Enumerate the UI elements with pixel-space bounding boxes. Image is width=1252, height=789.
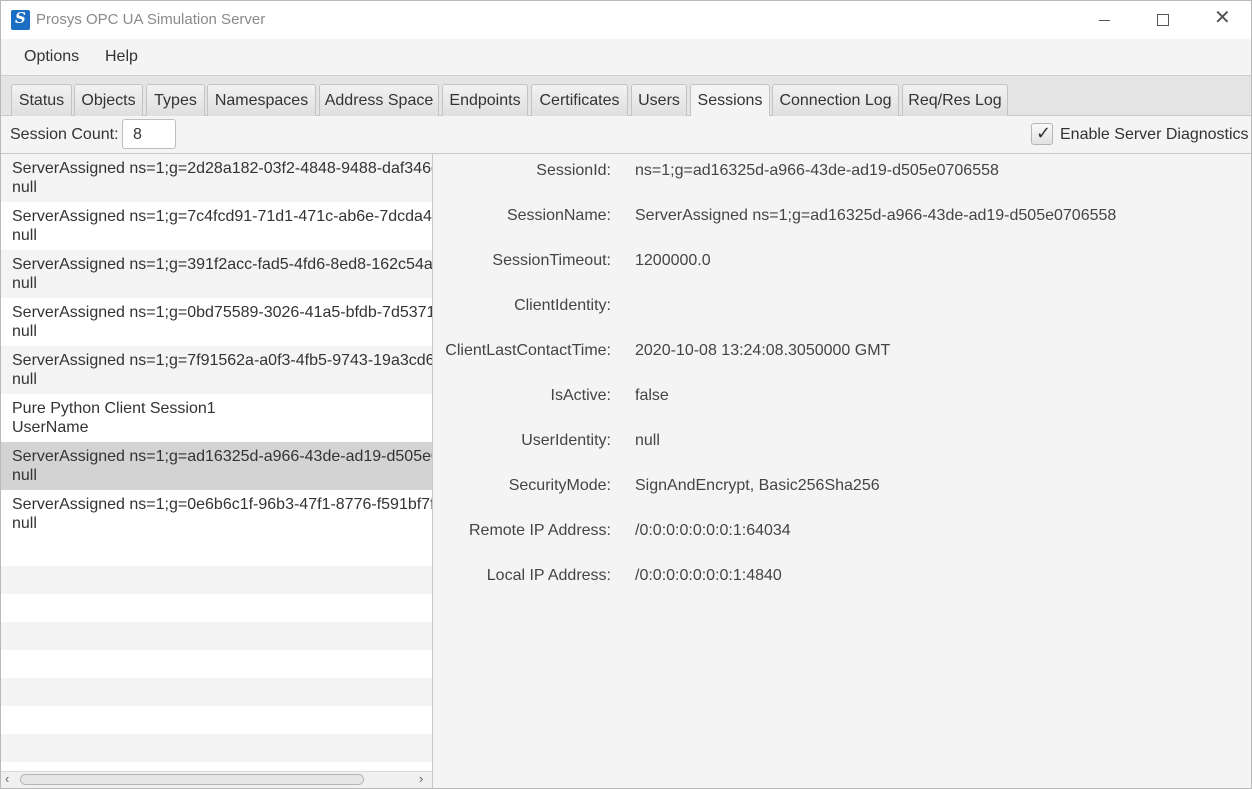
- session-name: ServerAssigned ns=1;g=ad16325d-a966-43de…: [12, 448, 432, 465]
- app-logo-icon: S: [11, 9, 30, 30]
- tab-namespaces[interactable]: Namespaces: [207, 84, 316, 117]
- session-identity: null: [12, 323, 37, 340]
- session-name: ServerAssigned ns=1;g=391f2acc-fad5-4fd6…: [12, 256, 432, 273]
- empty-list-row: [1, 678, 432, 706]
- detail-value: false: [635, 387, 669, 404]
- sessions-toolbar: Session Count: 8 ✓ Enable Server Diagnos…: [1, 116, 1251, 153]
- detail-value: ServerAssigned ns=1;g=ad16325d-a966-43de…: [635, 207, 1117, 224]
- detail-label: UserIdentity:: [521, 432, 611, 449]
- tab-objects[interactable]: Objects: [74, 84, 143, 117]
- tab-address-space[interactable]: Address Space: [319, 84, 439, 117]
- session-identity: null: [12, 179, 37, 196]
- empty-list-row: [1, 734, 432, 762]
- minimize-button[interactable]: [1075, 1, 1133, 39]
- session-identity: null: [12, 371, 37, 388]
- session-identity: UserName: [12, 419, 89, 436]
- scroll-right-icon[interactable]: ›: [419, 771, 423, 786]
- tab-endpoints[interactable]: Endpoints: [442, 84, 528, 117]
- detail-value: 2020-10-08 13:24:08.3050000 GMT: [635, 342, 891, 359]
- detail-value: 1200000.0: [635, 252, 711, 269]
- sessions-content: ServerAssigned ns=1;g=2d28a182-03f2-4848…: [1, 153, 1251, 788]
- tab-status[interactable]: Status: [11, 84, 72, 117]
- session-details: SessionId: ns=1;g=ad16325d-a966-43de-ad19…: [433, 154, 1251, 788]
- session-identity: null: [12, 467, 37, 484]
- session-name: ServerAssigned ns=1;g=2d28a182-03f2-4848…: [12, 160, 432, 177]
- session-list-item[interactable]: Pure Python Client Session1 UserName: [1, 394, 432, 442]
- session-list-item[interactable]: ServerAssigned ns=1;g=0e6b6c1f-96b3-47f1…: [1, 490, 432, 538]
- session-name: ServerAssigned ns=1;g=7c4fcd91-71d1-471c…: [12, 208, 432, 225]
- scrollbar-thumb[interactable]: [20, 774, 364, 785]
- tab-sessions[interactable]: Sessions: [690, 84, 770, 118]
- tab-certificates[interactable]: Certificates: [531, 84, 628, 117]
- detail-value: null: [635, 432, 660, 449]
- title-bar[interactable]: S Prosys OPC UA Simulation Server ✕: [1, 1, 1251, 39]
- detail-label: SessionTimeout:: [492, 252, 611, 269]
- empty-list-row: [1, 706, 432, 734]
- minimize-icon: [1099, 20, 1110, 21]
- session-list-item[interactable]: ServerAssigned ns=1;g=391f2acc-fad5-4fd6…: [1, 250, 432, 298]
- tab-req-res-log[interactable]: Req/Res Log: [902, 84, 1008, 117]
- menu-help[interactable]: Help: [105, 48, 138, 66]
- detail-label: SessionId:: [536, 162, 611, 179]
- tab-connection-log[interactable]: Connection Log: [772, 84, 899, 117]
- enable-diagnostics-label[interactable]: Enable Server Diagnostics: [1060, 126, 1249, 144]
- window-title: Prosys OPC UA Simulation Server: [36, 11, 266, 28]
- session-list-item[interactable]: ServerAssigned ns=1;g=7c4fcd91-71d1-471c…: [1, 202, 432, 250]
- session-list-item[interactable]: ServerAssigned ns=1;g=2d28a182-03f2-4848…: [1, 154, 432, 202]
- detail-label: Remote IP Address:: [469, 522, 611, 539]
- session-list-item[interactable]: ServerAssigned ns=1;g=7f91562a-a0f3-4fb5…: [1, 346, 432, 394]
- session-list[interactable]: ServerAssigned ns=1;g=2d28a182-03f2-4848…: [1, 154, 433, 788]
- scroll-left-icon[interactable]: ‹: [5, 771, 9, 786]
- empty-list-row: [1, 622, 432, 650]
- enable-diagnostics-checkbox[interactable]: ✓: [1031, 123, 1053, 145]
- session-name: ServerAssigned ns=1;g=7f91562a-a0f3-4fb5…: [12, 352, 432, 369]
- session-identity: null: [12, 275, 37, 292]
- empty-list-row: [1, 594, 432, 622]
- session-list-item[interactable]: ServerAssigned ns=1;g=ad16325d-a966-43de…: [1, 442, 432, 490]
- session-name: Pure Python Client Session1: [12, 400, 216, 417]
- detail-label: ClientIdentity:: [514, 297, 611, 314]
- menu-bar: Options Help: [1, 39, 1251, 75]
- tab-users[interactable]: Users: [631, 84, 687, 117]
- tab-bar: Status Objects Types Namespaces Address Spac…: [1, 75, 1251, 118]
- detail-label: SessionName:: [506, 207, 611, 224]
- session-identity: null: [12, 515, 37, 532]
- detail-value: SignAndEncrypt, Basic256Sha256: [635, 477, 880, 494]
- session-count-label: Session Count:: [10, 126, 119, 143]
- empty-list-row: [1, 650, 432, 678]
- detail-value: /0:0:0:0:0:0:0:1:64034: [635, 522, 791, 539]
- session-name: ServerAssigned ns=1;g=0bd75589-3026-41a5…: [12, 304, 432, 321]
- close-button[interactable]: ✕: [1191, 1, 1249, 39]
- detail-label: IsActive:: [550, 387, 611, 404]
- detail-label: SecurityMode:: [508, 477, 611, 494]
- menu-options[interactable]: Options: [24, 48, 79, 66]
- detail-value: ns=1;g=ad16325d-a966-43de-ad19-d505e0706…: [635, 162, 999, 179]
- detail-label: ClientLastContactTime:: [445, 342, 611, 359]
- empty-list-row: [1, 538, 432, 566]
- empty-list-row: [1, 566, 432, 594]
- session-count-field[interactable]: 8: [122, 119, 176, 149]
- maximize-icon: [1157, 14, 1169, 26]
- tab-types[interactable]: Types: [146, 84, 205, 117]
- detail-value: /0:0:0:0:0:0:0:1:4840: [635, 567, 782, 584]
- close-icon: ✕: [1214, 7, 1231, 29]
- session-list-item[interactable]: ServerAssigned ns=1;g=0bd75589-3026-41a5…: [1, 298, 432, 346]
- checkmark-icon: ✓: [1036, 123, 1052, 143]
- session-identity: null: [12, 227, 37, 244]
- maximize-button[interactable]: [1133, 1, 1191, 39]
- detail-label: Local IP Address:: [486, 567, 611, 584]
- app-window: S Prosys OPC UA Simulation Server ✕ Opti…: [0, 0, 1252, 789]
- horizontal-scrollbar[interactable]: ‹ ›: [1, 771, 432, 788]
- session-name: ServerAssigned ns=1;g=0e6b6c1f-96b3-47f1…: [12, 496, 432, 513]
